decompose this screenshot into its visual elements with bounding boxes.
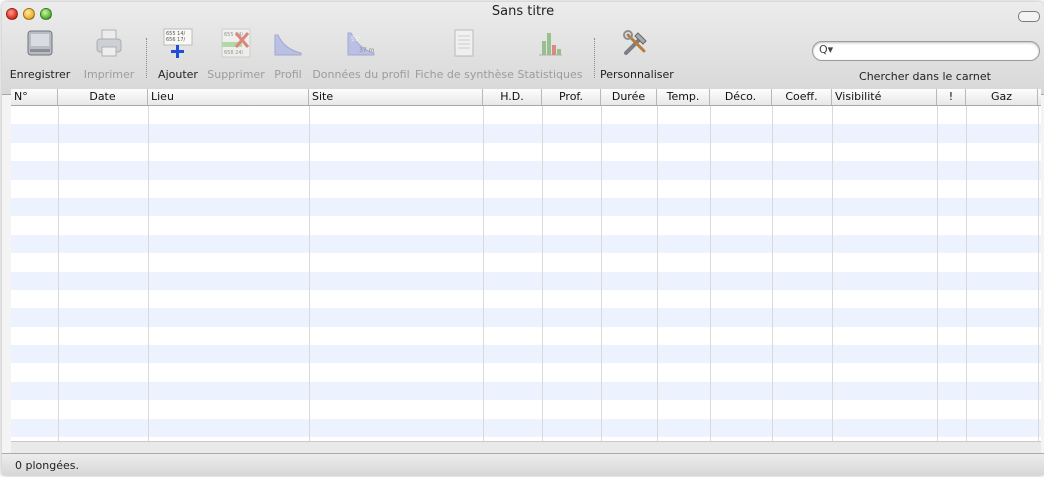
column-header-coeff[interactable]: Coeff. [772, 89, 832, 105]
column-divider [710, 106, 711, 441]
table-row[interactable] [11, 161, 1041, 180]
toolbar-area: Sans titre Enregistrer Imprimer 655 14/ … [2, 2, 1044, 95]
summary-sheet-label: Fiche de synthèse [415, 68, 514, 81]
profile-button[interactable]: Profil [270, 24, 306, 81]
column-header-date[interactable]: Date [58, 89, 148, 105]
table-row[interactable] [11, 234, 1041, 254]
table-row[interactable] [11, 418, 1041, 438]
app-window: Sans titre Enregistrer Imprimer 655 14/ … [2, 2, 1044, 475]
table-row[interactable] [11, 180, 1041, 198]
table-row[interactable] [11, 327, 1041, 345]
table-row[interactable] [11, 216, 1041, 234]
column-header-site[interactable]: Site [309, 89, 483, 105]
column-divider [966, 106, 967, 441]
table-body [11, 106, 1041, 438]
table-row[interactable] [11, 363, 1041, 381]
customize-label: Personnaliser [600, 68, 674, 81]
table-row[interactable] [11, 381, 1041, 401]
column-divider [58, 106, 59, 441]
column-divider [1038, 106, 1039, 441]
profile-chart-icon [270, 24, 306, 62]
add-button[interactable]: 655 14/ 656 17/ Ajouter [155, 24, 201, 81]
column-divider [772, 106, 773, 441]
summary-sheet-icon [415, 24, 513, 62]
statistics-icon [516, 24, 584, 62]
delete-dive-icon: 655 14/ 658 24/ [207, 24, 265, 62]
svg-text:37 m: 37 m [359, 47, 375, 54]
print-label: Imprimer [83, 68, 135, 81]
table-row[interactable] [11, 197, 1041, 217]
save-label: Enregistrer [9, 68, 71, 81]
svg-text:658 24/: 658 24/ [224, 50, 243, 56]
tools-icon [600, 24, 672, 62]
add-dive-icon: 655 14/ 656 17/ [155, 24, 201, 62]
table-row[interactable] [11, 308, 1041, 327]
table-row[interactable] [11, 143, 1041, 161]
table-row[interactable] [11, 253, 1041, 271]
column-header-depth[interactable]: Prof. [542, 89, 601, 105]
column-header-lieu[interactable]: Lieu [148, 89, 309, 105]
statistics-button[interactable]: Statistiques [516, 24, 584, 81]
column-header-duration[interactable]: Durée [601, 89, 657, 105]
toolbar-toggle-button[interactable] [1018, 11, 1040, 22]
column-divider [309, 106, 310, 441]
profile-data-button[interactable]: 51' 37 m Données du profil [310, 24, 412, 81]
svg-text:656 17/: 656 17/ [166, 37, 185, 43]
column-header-visibility[interactable]: Visibilité [832, 89, 937, 105]
column-header-deco[interactable]: Déco. [710, 89, 772, 105]
column-divider [937, 106, 938, 441]
printer-icon [80, 24, 138, 62]
profile-label: Profil [274, 68, 302, 81]
search-input[interactable] [839, 44, 1033, 60]
summary-sheet-button[interactable]: Fiche de synthèse [415, 24, 514, 81]
table-row[interactable] [11, 290, 1041, 308]
column-header-hd[interactable]: H.D. [483, 89, 542, 105]
search-label: Chercher dans le carnet [859, 70, 991, 83]
save-button[interactable]: Enregistrer [8, 24, 72, 81]
status-bar: 0 plongées. [2, 453, 1044, 475]
add-label: Ajouter [158, 68, 198, 81]
table-row[interactable] [11, 345, 1041, 364]
column-divider [832, 106, 833, 441]
profile-data-label: Données du profil [312, 68, 410, 81]
table-row[interactable] [11, 400, 1041, 418]
svg-text:51': 51' [351, 36, 361, 43]
search-field[interactable]: Q▾ [812, 41, 1040, 61]
statistics-label: Statistiques [517, 68, 583, 81]
table-row[interactable] [11, 124, 1041, 143]
column-divider [148, 106, 149, 441]
column-header-number[interactable]: N° [11, 89, 58, 105]
column-header-temperature[interactable]: Temp. [657, 89, 710, 105]
toolbar-separator [594, 38, 595, 78]
customize-button[interactable]: Personnaliser [600, 24, 674, 81]
print-button[interactable]: Imprimer [80, 24, 138, 81]
column-divider [657, 106, 658, 441]
dive-log-table[interactable]: N° Date Lieu Site H.D. Prof. Durée Temp.… [11, 89, 1041, 441]
delete-button[interactable]: 655 14/ 658 24/ Supprimer [207, 24, 265, 81]
hard-drive-icon [8, 24, 72, 62]
table-row[interactable] [11, 106, 1041, 124]
column-divider [542, 106, 543, 441]
column-divider [601, 106, 602, 441]
toolbar-separator [146, 38, 147, 78]
search-icon[interactable]: Q▾ [819, 43, 833, 56]
delete-label: Supprimer [207, 68, 265, 81]
window-title: Sans titre [491, 4, 555, 19]
table-header: N° Date Lieu Site H.D. Prof. Durée Temp.… [11, 89, 1041, 106]
column-divider [483, 106, 484, 441]
column-header-gas[interactable]: Gaz [966, 89, 1038, 105]
table-row[interactable] [11, 271, 1041, 290]
dive-count-status: 0 plongées. [15, 459, 79, 472]
profile-data-icon: 51' 37 m [310, 24, 412, 62]
column-header-alert[interactable]: ! [937, 89, 966, 105]
